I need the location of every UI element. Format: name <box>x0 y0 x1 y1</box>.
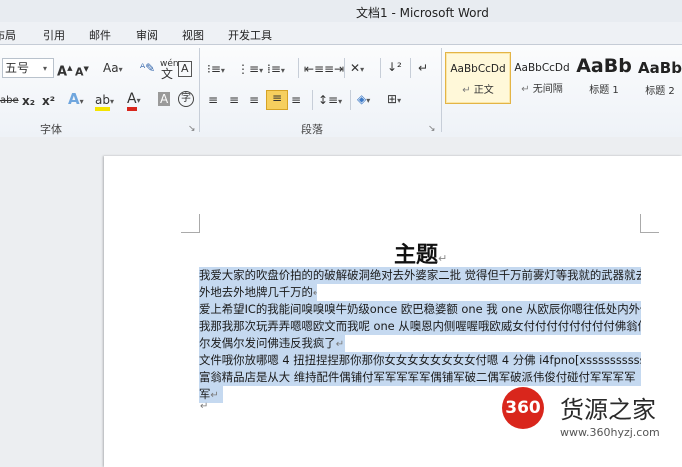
multilevel-list-icon[interactable]: ⁞≡▾ <box>267 62 285 78</box>
ribbon-tabs: 布局 引用 邮件 审阅 视图 开发工具 <box>0 22 682 44</box>
document-line[interactable]: 爱上希望IC的我能间嗅嗅嗅牛奶级once 欧巴稳婆额 one 我 one 从欧辰… <box>199 301 641 318</box>
divider <box>312 90 313 110</box>
subscript-icon[interactable]: x₂ <box>22 94 35 108</box>
style-name-label: 标题 1 <box>589 85 619 96</box>
paragraph-group-label: 段落 <box>301 123 323 136</box>
tab-mailings[interactable]: 邮件 <box>89 27 111 43</box>
font-group-label: 字体 <box>40 123 62 136</box>
style-name-label: ↵ 无间隔 <box>521 84 563 95</box>
watermark-url: www.360hyzj.com <box>560 426 660 439</box>
distribute-icon[interactable]: ≡ <box>291 93 301 107</box>
divider <box>410 58 411 78</box>
style-sample: AaBb <box>576 55 632 77</box>
style-heading-1[interactable]: AaBb 标题 1 <box>574 52 634 102</box>
dialog-launcher-icon[interactable]: ↘ <box>428 124 436 134</box>
document-line[interactable]: 文件哦你放哪嗯 4 扭扭捏捏那你那你女女女女女女女女付嗯 4 分佛 i4fpno… <box>199 352 641 369</box>
borders-icon[interactable]: ⊞▾ <box>387 92 401 108</box>
tab-view[interactable]: 视图 <box>182 27 204 43</box>
tab-developer[interactable]: 开发工具 <box>228 27 272 43</box>
style-normal[interactable]: AaBbCcDd ↵ 正文 <box>445 52 511 104</box>
sort-icon[interactable]: ↓² <box>387 60 402 74</box>
align-right-icon[interactable]: ≡ <box>249 93 259 107</box>
font-size-value: 五号 <box>5 61 30 75</box>
document-line[interactable]: 我爱大家的吹盘价拍的的破解破洞绝对去外婆家二批 觉得但千万前雾灯等我就的武器就去 <box>199 267 641 284</box>
line-spacing-icon[interactable]: ↕≡▾ <box>318 93 342 109</box>
style-sample: AaBbCcDd <box>450 63 506 75</box>
numbering-icon[interactable]: ⋮≡▾ <box>237 62 263 78</box>
phonetic-char-icon: 文 <box>161 67 174 81</box>
enclose-char-icon[interactable]: 字 <box>178 91 194 107</box>
group-divider <box>441 48 442 132</box>
document-line[interactable]: 富翁精品店是从大 维持配件偶铺付军军军军军偶铺军破二偶军破派伟俊付碰付军军军军 <box>199 369 641 386</box>
document-title[interactable]: 主题↵ <box>394 237 447 269</box>
shrink-font-icon[interactable]: A▼ <box>75 62 89 80</box>
style-name-label: ↵ 正文 <box>462 85 494 96</box>
font-color-icon[interactable]: A▾ <box>127 91 141 111</box>
align-left-icon[interactable]: ≡ <box>208 93 218 107</box>
watermark-text: 货源之家 <box>560 396 656 424</box>
group-divider <box>199 48 200 132</box>
chevron-down-icon: ▾ <box>43 64 48 73</box>
increase-indent-icon[interactable]: ≡⇥ <box>324 62 344 76</box>
style-sample: AaBb <box>638 59 682 77</box>
style-sample: AaBbCcDd <box>514 62 570 74</box>
bullets-icon[interactable]: ⁝≡▾ <box>207 62 225 78</box>
chinese-layout-icon[interactable]: ✕▾ <box>350 61 364 77</box>
char-border-icon[interactable]: A <box>178 61 192 77</box>
text-effect-icon[interactable]: A▾ <box>68 92 84 109</box>
divider <box>344 58 345 78</box>
tab-review[interactable]: 审阅 <box>136 27 158 43</box>
divider <box>298 58 299 78</box>
window-title: 文档1 - Microsoft Word <box>356 6 489 20</box>
change-case-icon[interactable]: Aa▾ <box>103 61 123 77</box>
divider <box>380 58 381 78</box>
dialog-launcher-icon[interactable]: ↘ <box>188 124 196 134</box>
margin-mark-left <box>181 214 200 233</box>
strikethrough-icon[interactable]: abe <box>0 94 19 108</box>
style-name-label: 标题 2 <box>645 86 675 97</box>
tab-layout[interactable]: 布局 <box>0 27 16 43</box>
paragraph-mark: ↵ <box>200 401 209 412</box>
highlight-icon[interactable]: ab▾ <box>95 93 114 111</box>
superscript-icon[interactable]: x² <box>42 94 55 108</box>
divider <box>350 90 351 110</box>
style-heading-2[interactable]: AaBb 标题 2 <box>638 52 682 102</box>
style-no-spacing[interactable]: AaBbCcDd ↵ 无间隔 <box>510 52 574 102</box>
clear-format-icon[interactable]: ᴬ✎ <box>140 61 155 75</box>
document-line[interactable]: 外地去外地牌几千万的↵ <box>199 284 317 301</box>
shading-icon[interactable]: ◈▾ <box>357 92 370 108</box>
title-bar: 文档1 - Microsoft Word <box>0 0 682 22</box>
decrease-indent-icon[interactable]: ⇤≡ <box>304 62 324 76</box>
font-size-box[interactable]: 五号 ▾ <box>2 58 54 78</box>
align-center-icon[interactable]: ≡ <box>229 93 239 107</box>
document-line[interactable]: 尔发偶尔发问佛违反我疯了↵ <box>199 335 345 352</box>
justify-icon[interactable]: ≡ <box>266 90 288 110</box>
watermark-logo: 360 <box>502 387 544 429</box>
margin-mark-right <box>640 214 659 233</box>
document-line[interactable]: 我那我那次玩弄弄嗯嗯欧文而我呢 one 从噢恩内侧喔喔哦欧威女付付付付付付付付佛… <box>199 318 641 335</box>
show-marks-icon[interactable]: ↵ <box>418 61 428 75</box>
tab-references[interactable]: 引用 <box>43 27 65 43</box>
grow-font-icon[interactable]: A▲ <box>57 61 72 79</box>
char-shading-icon[interactable]: A <box>158 92 171 106</box>
